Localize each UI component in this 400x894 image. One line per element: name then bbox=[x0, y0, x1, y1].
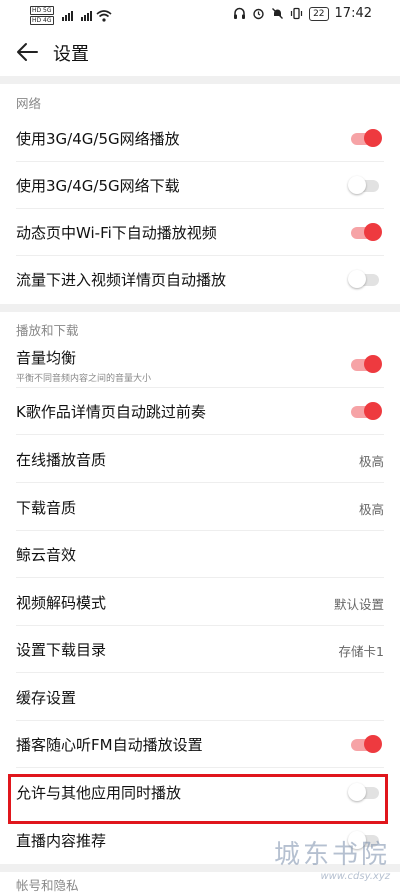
toggle-switch[interactable] bbox=[348, 223, 382, 241]
setting-row-cache[interactable]: 缓存设置 bbox=[0, 674, 400, 721]
status-left: HD 5G HD 4G bbox=[30, 6, 112, 25]
signal-icon bbox=[61, 10, 73, 21]
setting-row-volume-balance[interactable]: 音量均衡 平衡不同音频内容之间的音量大小 bbox=[0, 341, 400, 388]
toggle-switch[interactable] bbox=[348, 402, 382, 420]
setting-label: 动态页中Wi-Fi下自动播放视频 bbox=[16, 224, 217, 242]
sim2-label: HD 4G bbox=[30, 16, 54, 25]
setting-label: 缓存设置 bbox=[16, 689, 77, 707]
setting-label: 使用3G/4G/5G网络播放 bbox=[16, 130, 180, 148]
sim1-label: HD 5G bbox=[30, 6, 54, 15]
setting-label: 使用3G/4G/5G网络下载 bbox=[16, 177, 180, 195]
alarm-icon bbox=[253, 8, 264, 20]
setting-description: 平衡不同音频内容之间的音量大小 bbox=[16, 374, 152, 384]
setting-value: 存储卡1 bbox=[338, 644, 384, 659]
setting-row-mobile-download[interactable]: 使用3G/4G/5G网络下载 bbox=[0, 162, 400, 209]
setting-row-skip-intro[interactable]: K歌作品详情页自动跳过前奏 bbox=[0, 388, 400, 435]
setting-row-online-quality[interactable]: 在线播放音质 极高 bbox=[0, 436, 400, 483]
setting-row-podcast-fm[interactable]: 播客随心听FM自动播放设置 bbox=[0, 721, 400, 768]
setting-label: 流量下进入视频详情页自动播放 bbox=[16, 271, 227, 289]
clock: 17:42 bbox=[334, 6, 372, 21]
setting-row-wifi-autoplay[interactable]: 动态页中Wi-Fi下自动播放视频 bbox=[0, 209, 400, 256]
wifi-icon bbox=[95, 9, 112, 22]
section-divider bbox=[0, 76, 400, 84]
setting-value: 极高 bbox=[358, 454, 384, 469]
setting-row-download-dir[interactable]: 设置下载目录 存储卡1 bbox=[0, 626, 400, 673]
status-right: 22 17:42 bbox=[233, 6, 372, 21]
vibrate-icon bbox=[290, 7, 303, 20]
highlight-box bbox=[8, 774, 388, 824]
section-divider bbox=[0, 304, 400, 312]
toggle-switch[interactable] bbox=[348, 129, 382, 147]
setting-label: 播客随心听FM自动播放设置 bbox=[16, 736, 203, 754]
section-title-playback: 播放和下载 bbox=[16, 323, 79, 338]
toggle-switch[interactable] bbox=[348, 176, 382, 194]
setting-row-sound-effect[interactable]: 鲸云音效 bbox=[0, 531, 400, 578]
headphones-icon bbox=[234, 7, 246, 19]
setting-row-mobile-play[interactable]: 使用3G/4G/5G网络播放 bbox=[0, 115, 400, 162]
setting-label: 在线播放音质 bbox=[16, 451, 107, 469]
toggle-switch[interactable] bbox=[348, 355, 382, 373]
battery-indicator: 22 bbox=[309, 6, 329, 21]
setting-value: 极高 bbox=[358, 502, 384, 517]
setting-label: 下载音质 bbox=[16, 499, 77, 517]
mute-icon bbox=[272, 8, 284, 19]
setting-label: K歌作品详情页自动跳过前奏 bbox=[16, 403, 206, 421]
back-arrow-icon bbox=[17, 43, 38, 61]
setting-value: 默认设置 bbox=[333, 597, 384, 612]
setting-label: 鲸云音效 bbox=[16, 546, 77, 564]
status-bar: HD 5G HD 4G 22 17:42 bbox=[0, 0, 400, 30]
app-header: 设置 bbox=[0, 30, 400, 76]
watermark-url: www.cdsy.xyz bbox=[320, 871, 390, 882]
signal-2-icon bbox=[80, 10, 92, 21]
back-button[interactable] bbox=[13, 38, 43, 66]
toggle-switch[interactable] bbox=[348, 735, 382, 753]
setting-row-video-decode[interactable]: 视频解码模式 默认设置 bbox=[0, 579, 400, 626]
setting-label: 视频解码模式 bbox=[16, 594, 107, 612]
watermark-title: 城东书院 bbox=[273, 840, 390, 870]
setting-label: 音量均衡 bbox=[16, 349, 77, 367]
section-title-network: 网络 bbox=[16, 96, 42, 111]
toggle-switch[interactable] bbox=[348, 270, 382, 288]
setting-label: 设置下载目录 bbox=[16, 641, 107, 659]
page-title: 设置 bbox=[53, 44, 89, 65]
setting-row-download-quality[interactable]: 下载音质 极高 bbox=[0, 484, 400, 531]
setting-row-data-autoplay[interactable]: 流量下进入视频详情页自动播放 bbox=[0, 256, 400, 303]
setting-label: 直播内容推荐 bbox=[16, 832, 107, 850]
sim-indicators: HD 5G HD 4G bbox=[30, 6, 54, 25]
watermark: 城东书院 www.cdsy.xyz bbox=[274, 834, 390, 882]
section-title-account: 帐号和隐私 bbox=[16, 878, 79, 893]
